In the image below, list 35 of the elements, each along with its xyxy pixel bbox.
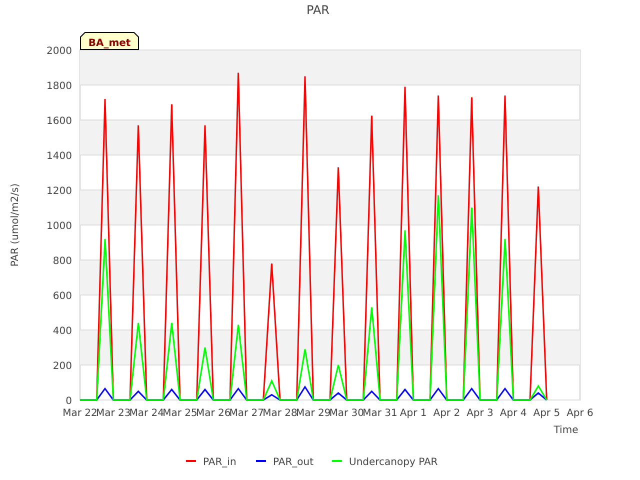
x-tick-label: Mar 25 (162, 408, 198, 419)
y-tick-label: 1400 (46, 151, 72, 162)
y-tick-label: 1200 (46, 186, 72, 197)
x-tick-label: Mar 23 (96, 408, 131, 419)
x-tick-label: Mar 31 (362, 408, 398, 419)
x-tick-label: Apr 5 (533, 408, 560, 419)
x-tick-label: Apr 2 (433, 408, 460, 419)
legend-label: PAR_in (203, 457, 236, 468)
y-axis-label: PAR (umol/m2/s) (10, 183, 21, 267)
tag-label: BA_met (88, 38, 131, 49)
legend-label: PAR_out (273, 457, 314, 468)
y-tick-label: 200 (52, 361, 72, 372)
x-tick-label: Mar 30 (329, 408, 364, 419)
x-tick-label: Mar 29 (296, 408, 331, 419)
x-axis-label: Time (554, 425, 578, 436)
y-tick-label: 1000 (46, 221, 72, 232)
tag-background (80, 32, 139, 50)
y-tick-label: 0 (66, 396, 72, 407)
x-tick-label: Apr 3 (466, 408, 494, 419)
x-tick-label: Apr 6 (566, 408, 594, 419)
x-tick-label: Apr 4 (500, 408, 527, 419)
chart-title: PAR (306, 3, 330, 17)
y-tick-label: 1600 (46, 116, 72, 127)
x-tick-label: Apr 1 (400, 408, 427, 419)
x-tick-label: Mar 27 (229, 408, 264, 419)
y-tick-label: 2000 (46, 46, 72, 57)
x-tick-label: Mar 24 (129, 408, 164, 419)
y-tick-label: 400 (52, 326, 72, 337)
y-tick-label: 800 (52, 256, 72, 267)
legend-label: Undercanopy PAR (349, 457, 438, 468)
x-tick-label: Mar 22 (62, 408, 98, 419)
y-tick-label: 600 (52, 291, 72, 302)
x-tick-label: Mar 26 (196, 408, 231, 419)
y-tick-label: 1800 (46, 81, 72, 92)
x-tick-label: Mar 28 (262, 408, 298, 419)
